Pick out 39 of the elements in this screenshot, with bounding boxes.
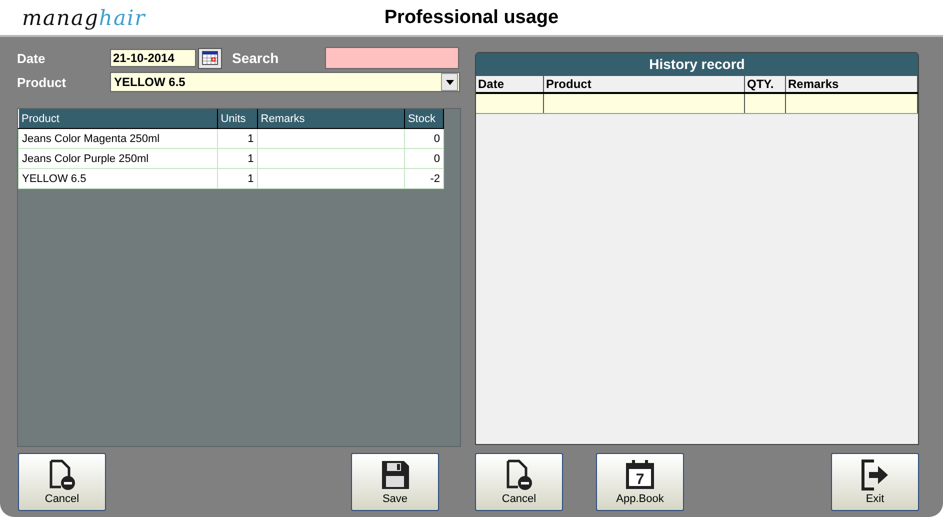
document-minus-icon bbox=[47, 459, 77, 491]
table-cell bbox=[476, 93, 544, 114]
exit-icon bbox=[860, 459, 890, 491]
table-cell: 0 bbox=[404, 128, 444, 148]
table-cell: Jeans Color Magenta 250ml bbox=[18, 128, 218, 148]
table-cell: Jeans Color Purple 250ml bbox=[18, 148, 218, 168]
date-label: Date bbox=[17, 50, 46, 66]
column-header: Product bbox=[544, 76, 744, 93]
logo: managhair bbox=[22, 6, 146, 30]
column-header: Stock bbox=[404, 109, 444, 128]
caret-icon bbox=[446, 80, 454, 84]
table-cell: 1 bbox=[217, 168, 258, 188]
column-header: Remarks bbox=[786, 76, 918, 93]
table-cell: 0 bbox=[404, 148, 444, 168]
table-cell bbox=[744, 93, 786, 114]
table-cell: -2 bbox=[404, 168, 444, 188]
column-header: Remarks bbox=[257, 109, 404, 128]
product-label: Product bbox=[17, 74, 68, 90]
search-label: Search bbox=[232, 50, 280, 66]
column-header: Product bbox=[18, 109, 218, 128]
document-minus-icon bbox=[504, 459, 534, 491]
date-field[interactable]: 21-10-2014 bbox=[110, 49, 196, 67]
product-dropdown[interactable]: YELLOW 6.5 bbox=[110, 72, 460, 92]
column-header: Units bbox=[217, 109, 258, 128]
cancel-button[interactable]: Cancel bbox=[18, 453, 106, 511]
table-cell: 1 bbox=[217, 128, 258, 148]
save-button[interactable]: Save bbox=[351, 453, 439, 511]
table-cell: 1 bbox=[217, 148, 258, 168]
appointment-book-button[interactable]: 7 App.Book bbox=[596, 453, 684, 511]
calendar-icon bbox=[202, 51, 218, 65]
history-title: History record bbox=[476, 53, 918, 76]
column-header: Date bbox=[476, 76, 544, 93]
search-field[interactable] bbox=[325, 47, 459, 69]
window-title: Professional usage bbox=[384, 6, 559, 28]
column-header: QTY. bbox=[744, 76, 786, 93]
cancel-button[interactable]: Cancel bbox=[475, 453, 563, 511]
exit-button[interactable]: Exit bbox=[831, 453, 919, 511]
calendar-button[interactable] bbox=[198, 48, 222, 68]
table-cell: YELLOW 6.5 bbox=[18, 168, 218, 188]
